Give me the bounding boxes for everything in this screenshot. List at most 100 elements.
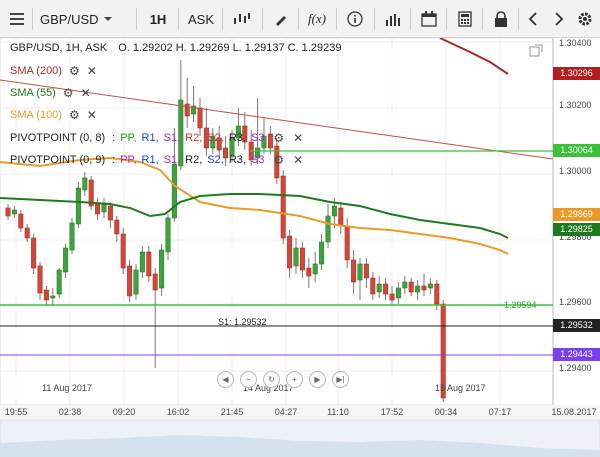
- gear-icon[interactable]: ⚙: [63, 86, 74, 100]
- price-plot[interactable]: [0, 38, 600, 457]
- x-axis-label: 15.08.2017: [551, 407, 597, 417]
- candle-body: [139, 251, 145, 273]
- x-axis-label: 21:45: [220, 407, 244, 417]
- candle-body: [351, 259, 357, 283]
- menu-icon[interactable]: [4, 6, 30, 32]
- legend-label: SMA (200): [10, 65, 62, 77]
- legend-label: PIVOTPOINT (0, 9): [10, 154, 106, 166]
- timeframe-label: 1H: [149, 11, 167, 27]
- pivot-part: :: [112, 154, 116, 166]
- close-icon[interactable]: ✕: [87, 64, 97, 78]
- candle-body: [171, 163, 177, 219]
- price-tag-s1: 1.29532: [553, 319, 600, 332]
- candle-body: [376, 283, 382, 293]
- legend-pivot-8[interactable]: PIVOTPOINT (0, 8) : PP, R1, S1, R2, S2, …: [10, 131, 305, 145]
- timeframe-selector[interactable]: 1H: [140, 6, 176, 32]
- candlestick-icon: [234, 13, 250, 24]
- y-axis-label: 1.30400: [559, 38, 592, 48]
- pivot-part: S2,: [207, 154, 224, 166]
- candle-body: [415, 285, 421, 293]
- legend-label: SMA (55): [10, 87, 56, 99]
- x-axis-label: 00:34: [434, 407, 458, 417]
- x-axis-label: 04:27: [274, 407, 298, 417]
- candle-body: [325, 215, 331, 243]
- info-icon: [347, 11, 363, 27]
- price-tag-sma100: 1.29869: [553, 208, 600, 221]
- symbol-selector[interactable]: GBP/USD: [36, 6, 126, 32]
- candle-body: [63, 247, 69, 273]
- gear-icon[interactable]: ⚙: [273, 131, 284, 145]
- scroll-forward-button[interactable]: ▶: [309, 371, 326, 388]
- settings-button[interactable]: [574, 6, 596, 32]
- candle-body: [43, 289, 49, 301]
- price-type-selector[interactable]: ASK: [182, 6, 220, 32]
- pivot-part: R1,: [141, 132, 159, 144]
- scroll-left-button[interactable]: [522, 6, 544, 32]
- gear-icon[interactable]: ⚙: [273, 153, 284, 167]
- chart-info: GBP/USD, 1H, ASK: [10, 42, 108, 54]
- calculator-button[interactable]: [450, 6, 480, 32]
- close-icon[interactable]: ✕: [293, 153, 303, 167]
- candle-body: [344, 225, 350, 261]
- candle-body: [133, 269, 139, 295]
- candle-body: [370, 277, 376, 295]
- legend-pivot-9[interactable]: PIVOTPOINT (0, 9) : PP, R1, S1, R2, S2, …: [10, 153, 305, 167]
- volume-button[interactable]: [378, 6, 408, 32]
- candle-body: [427, 283, 433, 289]
- scroll-right-button[interactable]: [548, 6, 570, 32]
- candle-body: [5, 207, 11, 217]
- chart-toolbar: GBP/USD 1H ASK f(x): [0, 0, 600, 38]
- candle-body: [293, 247, 299, 267]
- candle-body: [357, 263, 363, 281]
- calendar-button[interactable]: [414, 6, 444, 32]
- close-icon[interactable]: ✕: [87, 108, 97, 122]
- pivot-part: :: [112, 132, 116, 144]
- candle-body: [31, 237, 37, 269]
- candle-body: [159, 249, 165, 289]
- zoom-reset-button[interactable]: ↻: [263, 371, 280, 388]
- candle-body: [184, 103, 190, 117]
- legend-sma-55[interactable]: SMA (55) ⚙ ✕: [10, 86, 91, 100]
- candle-body: [197, 107, 203, 129]
- candle-body: [107, 205, 113, 221]
- legend-sma-100[interactable]: SMA (100) ⚙ ✕: [10, 108, 97, 122]
- candle-body: [312, 263, 318, 275]
- pivot-part: S1,: [163, 154, 181, 166]
- expand-chart-button[interactable]: [529, 44, 543, 58]
- price-tag-sma200: 1.30296: [553, 67, 600, 80]
- candle-body: [319, 241, 325, 265]
- pivot-part: R2,: [185, 132, 203, 144]
- legend-label: PIVOTPOINT (0, 8): [10, 132, 106, 144]
- chevron-right-icon: [555, 12, 564, 26]
- candle-body: [24, 227, 30, 239]
- scroll-end-button[interactable]: ▶|: [332, 371, 349, 388]
- scroll-back-button[interactable]: ◀: [217, 371, 234, 388]
- close-icon[interactable]: ✕: [81, 86, 91, 100]
- candle-body: [95, 203, 101, 215]
- y-axis-label: 1.30200: [559, 100, 592, 110]
- candle-body: [120, 233, 126, 269]
- chart-area[interactable]: GBP/USD, 1H, ASK O. 1.29202 H. 1.29269 L…: [0, 38, 600, 457]
- draw-tool-button[interactable]: [266, 6, 296, 32]
- pivot-part: S1,: [163, 132, 181, 144]
- candle-body: [434, 283, 440, 305]
- symbol-label: GBP/USD: [40, 11, 99, 27]
- lock-button[interactable]: [486, 6, 516, 32]
- y-axis-label: 1.29600: [559, 297, 592, 307]
- zoom-out-button[interactable]: −: [240, 371, 257, 388]
- gear-icon[interactable]: ⚙: [69, 108, 80, 122]
- candle-body: [101, 203, 107, 213]
- candle-body: [306, 267, 312, 277]
- price-tag-pivot: 1.30064: [553, 144, 600, 157]
- chart-type-button[interactable]: [226, 6, 258, 32]
- candle-body: [152, 273, 158, 291]
- info-button[interactable]: [340, 6, 370, 32]
- indicators-button[interactable]: f(x): [302, 6, 332, 32]
- date-label: 11 Aug 2017: [42, 383, 92, 393]
- legend-sma-200[interactable]: SMA (200) ⚙ ✕: [10, 64, 97, 78]
- zoom-in-button[interactable]: +: [286, 371, 303, 388]
- x-axis-label: 17:52: [380, 407, 404, 417]
- gear-icon[interactable]: ⚙: [69, 64, 80, 78]
- close-icon[interactable]: ✕: [293, 131, 303, 145]
- candle-body: [338, 207, 344, 227]
